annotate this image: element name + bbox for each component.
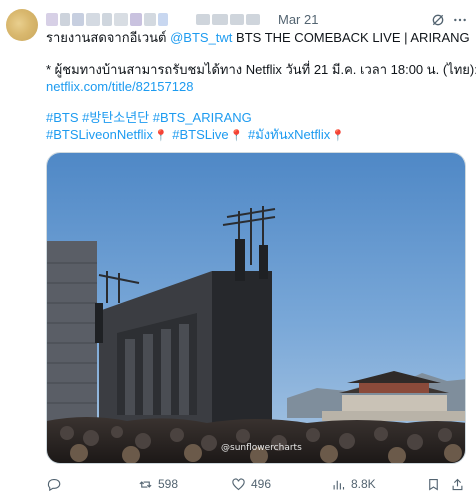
views-count: 8.8K — [351, 477, 376, 491]
grok-icon[interactable] — [430, 12, 446, 28]
avatar[interactable] — [6, 9, 38, 41]
views-bar-chart-icon — [333, 480, 345, 489]
round-pushpin-icon: 📍 — [153, 130, 168, 142]
retweet-count: 598 — [158, 477, 179, 491]
photo-watermark: @sunflowercharts — [221, 443, 302, 453]
mention-link[interactable]: @BTS_twt — [170, 30, 232, 45]
text-prefix: รายงานสดจากอีเวนต์ — [46, 30, 171, 45]
hashtag-link[interactable]: #BTSLive — [172, 127, 228, 142]
building-left — [47, 241, 97, 421]
hashtag-link[interactable]: #BTS — [46, 110, 79, 125]
retweet-icon — [139, 480, 152, 488]
share-icon — [452, 478, 463, 490]
stage-side — [212, 271, 272, 425]
more-options-icon[interactable] — [452, 12, 468, 28]
heart-icon — [232, 477, 245, 490]
tweet-date[interactable]: Mar 21 — [278, 11, 318, 29]
hashtag-row-1: #BTS #방탄소년단 #BTS_ARIRANG — [46, 109, 468, 126]
round-pushpin-icon: 📍 — [331, 130, 345, 142]
tweet-photo[interactable]: @sunflowercharts — [46, 152, 466, 464]
bookmark-button[interactable] — [426, 474, 441, 494]
hashtag-link[interactable]: #มังทันxNetflix — [248, 127, 330, 142]
tweet-header: Mar 21 — [46, 11, 468, 29]
netflix-link[interactable]: netflix.com/title/82157128 — [46, 78, 468, 95]
tweet[interactable]: Mar 21 รายงานสดจากอีเวนต์ @BTS_twt BTS T… — [0, 0, 476, 500]
hashtag-link[interactable]: #방탄소년단 — [82, 110, 149, 125]
hashtag-link[interactable]: #BTSLiveonNetflix — [46, 127, 153, 142]
concert-stage-photo — [47, 153, 465, 463]
share-button[interactable] — [450, 474, 465, 494]
views-button[interactable]: 8.8K — [331, 474, 376, 494]
tweet-text-line-1: รายงานสดจากอีเวนต์ @BTS_twt BTS THE COME… — [46, 29, 470, 46]
bookmark-icon — [429, 478, 438, 491]
like-count: 496 — [251, 477, 272, 491]
hashtag-row-2: #BTSLiveonNetflix📍 #BTSLive📍 #มังทันxNet… — [46, 126, 468, 145]
reply-button[interactable] — [46, 474, 66, 494]
text-suffix: BTS THE COMEBACK LIVE | ARIRANG — [232, 30, 470, 45]
author-name-blurred[interactable] — [46, 13, 168, 26]
round-pushpin-icon: 📍 — [229, 130, 244, 142]
reply-icon — [47, 478, 61, 491]
retweet-button[interactable]: 598 — [138, 474, 178, 494]
hashtag-link[interactable]: #BTS_ARIRANG — [153, 110, 252, 125]
tweet-text-line-2: * ผู้ชมทางบ้านสามารถรับชมได้ทาง Netflix … — [46, 62, 476, 77]
tweet-actions: 598 496 8.8K — [46, 474, 466, 494]
author-handle-blurred[interactable] — [196, 14, 260, 25]
like-button[interactable]: 496 — [231, 474, 271, 494]
